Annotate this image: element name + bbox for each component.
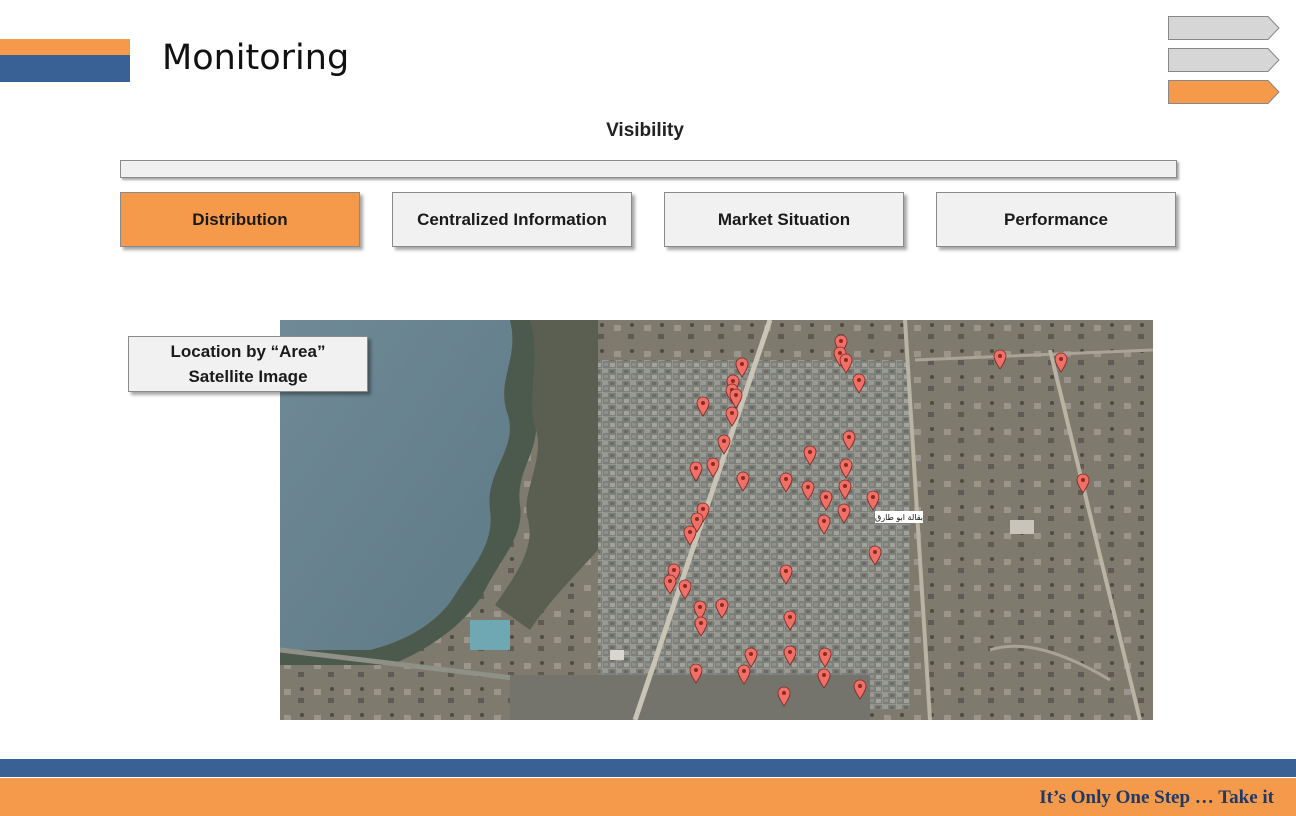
map-pin-dot (808, 450, 812, 454)
section-title: Visibility (606, 120, 684, 141)
map-pin-dot (847, 435, 851, 439)
map-pin-dot (858, 684, 862, 688)
map-pin-dot (668, 579, 672, 583)
callout-line-1: Location by “Area” (170, 342, 326, 361)
map-pin-dot (839, 339, 843, 343)
step-arrow-3-active[interactable] (1168, 80, 1280, 104)
map-pin-dot (788, 615, 792, 619)
map-pin-dot (683, 584, 687, 588)
satellite-map[interactable]: بقالة ابو طارق (280, 320, 1153, 720)
footer-tagline: It’s Only One Step … Take it (1039, 787, 1274, 808)
map-pin-dot (695, 517, 699, 521)
callout-line-2: Satellite Image (188, 367, 308, 386)
map-pin-dot (740, 362, 744, 366)
tab-centralized-information[interactable]: Centralized Information (392, 192, 632, 247)
map-pin-dot (844, 358, 848, 362)
tab-performance[interactable]: Performance (936, 192, 1176, 247)
map-pin-dot (742, 669, 746, 673)
map-pin-dot (842, 508, 846, 512)
map-pin-dot (1081, 478, 1085, 482)
logo-bar-blue (0, 55, 130, 82)
map-pin-dot (871, 495, 875, 499)
map-pin-dot (701, 401, 705, 405)
map-pin-dot (844, 463, 848, 467)
step-arrow-1[interactable] (1168, 16, 1280, 40)
map-pin-dot (1059, 357, 1063, 361)
tab-market-situation[interactable]: Market Situation (664, 192, 904, 247)
map-pin-dot (730, 411, 734, 415)
map-pin-dot (711, 462, 715, 466)
map-pin-dot (822, 519, 826, 523)
map-pin-dot (823, 652, 827, 656)
map-pin-dot (857, 378, 861, 382)
map-pin-dot (788, 650, 792, 654)
map-pin-dot (720, 603, 724, 607)
map-pin-dot (672, 568, 676, 572)
footer-bar-blue (0, 759, 1296, 777)
step-arrow-2[interactable] (1168, 48, 1280, 72)
logo-bar-orange (0, 39, 130, 55)
map-pin-dot (784, 569, 788, 573)
map-place-label: بقالة ابو طارق (875, 513, 923, 522)
map-pin-dot (824, 495, 828, 499)
map-pin-dot (741, 476, 745, 480)
map-pin-dot (699, 621, 703, 625)
map-pin-dot (749, 652, 753, 656)
map-pin-dot (782, 691, 786, 695)
map-pin-dot (698, 605, 702, 609)
map-pin-dot (694, 466, 698, 470)
map-pin-dot (722, 439, 726, 443)
map-pin-dot (843, 484, 847, 488)
map-pin-dot (838, 351, 842, 355)
map-pin-dot (806, 485, 810, 489)
map-pin-dot (731, 379, 735, 383)
location-callout: Location by “Area” Satellite Image (128, 336, 368, 392)
map-pin-dot (784, 477, 788, 481)
section-bar (120, 160, 1177, 178)
map-pin-dot (998, 354, 1002, 358)
map-pin-dot (694, 668, 698, 672)
map-pin-dot (822, 673, 826, 677)
satellite-image: بقالة ابو طارق (280, 320, 1153, 720)
page-title: Monitoring (162, 38, 350, 78)
map-pin-dot (688, 530, 692, 534)
tab-distribution[interactable]: Distribution (120, 192, 360, 247)
map-pin-dot (701, 507, 705, 511)
map-pin-dot (873, 550, 877, 554)
map-pin-dot (734, 393, 738, 397)
